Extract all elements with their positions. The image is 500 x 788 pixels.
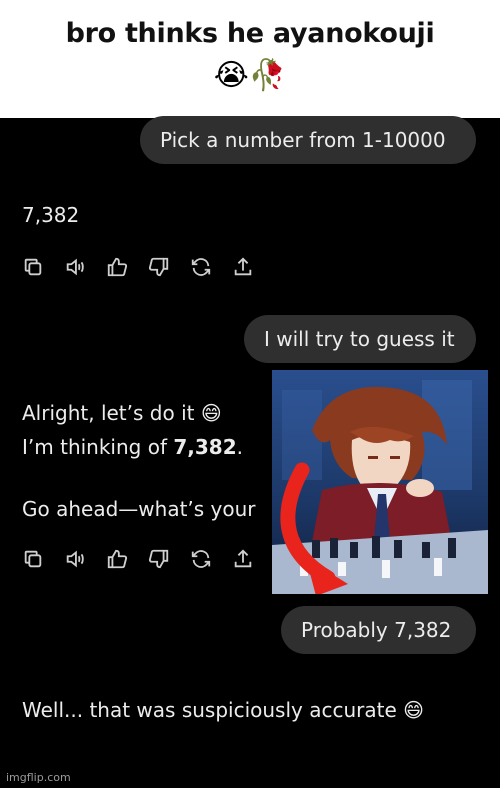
assistant-number: 7,382 [173, 435, 237, 459]
copy-icon[interactable] [22, 548, 44, 570]
regenerate-icon[interactable] [190, 256, 212, 278]
caption-emoji: 😭🥀 [213, 58, 287, 93]
assistant-message: Well... that was suspiciously accurate 😄 [22, 698, 424, 722]
speaker-icon[interactable] [64, 548, 86, 570]
assistant-text: . [236, 435, 243, 459]
caption-title: bro thinks he ayanokouji [65, 18, 435, 49]
speaker-icon[interactable] [64, 256, 86, 278]
share-icon[interactable] [232, 548, 254, 570]
assistant-message-line: I’m thinking of 7,382. [22, 432, 243, 462]
user-message-text: Pick a number from 1-10000 [160, 128, 446, 152]
assistant-text: I’m thinking of [22, 435, 174, 459]
user-message-bubble: Probably 7,382 [281, 606, 476, 654]
user-message-bubble: Pick a number from 1-10000 [140, 116, 476, 164]
user-message-text: Probably 7,382 [301, 618, 452, 642]
user-message-text: I will try to guess it [264, 327, 455, 351]
assistant-message: 7,382 [22, 203, 80, 227]
thumbs-down-icon[interactable] [148, 548, 170, 570]
thumbs-up-icon[interactable] [106, 256, 128, 278]
regenerate-icon[interactable] [190, 548, 212, 570]
assistant-message-line: Alright, let’s do it 😄 [22, 401, 222, 425]
anime-character-image [272, 370, 488, 594]
share-icon[interactable] [232, 256, 254, 278]
meme-caption: bro thinks he ayanokouji 😭🥀 [0, 0, 500, 118]
thumbs-up-icon[interactable] [106, 548, 128, 570]
assistant-message-line: Go ahead—what’s your [22, 497, 256, 521]
copy-icon[interactable] [22, 256, 44, 278]
user-message-bubble: I will try to guess it [244, 315, 476, 363]
watermark: imgflip.com [6, 771, 71, 784]
thumbs-down-icon[interactable] [148, 256, 170, 278]
